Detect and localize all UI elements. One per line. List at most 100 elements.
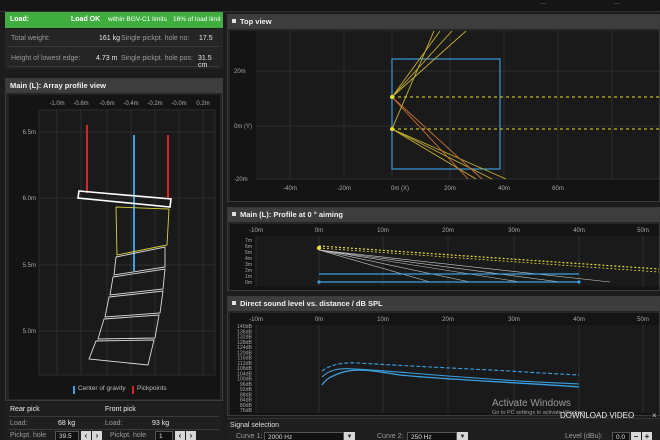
bullet-icon bbox=[232, 301, 236, 306]
curve2-dropdown-icon[interactable]: ▼ bbox=[457, 432, 468, 440]
spl-title-text: Direct sound level vs. distance / dB SPL bbox=[240, 299, 383, 308]
source-point bbox=[316, 245, 322, 251]
profile-aiming-panel: Main (L): Profile at 0 ° aiming -10m 0m … bbox=[227, 207, 660, 291]
top-ytick-2: -20m bbox=[234, 177, 248, 183]
topbar-right-2[interactable]: … bbox=[614, 0, 620, 6]
download-video-button[interactable]: DOWNLOAD VIDEO × bbox=[560, 411, 660, 422]
spl-yticks: 140dB136dB132dB128dB124dB120dB116dB112dB… bbox=[237, 324, 253, 414]
profile-xtick-4: 30m bbox=[508, 228, 520, 234]
pick-legend-swatch bbox=[132, 386, 134, 394]
curve1-label: Curve 1: bbox=[236, 433, 263, 440]
topbar-right-1[interactable]: … bbox=[540, 0, 546, 6]
array-xtick-6: 0.2m bbox=[196, 101, 209, 107]
single-pickpt-hole-value: 17.5 bbox=[199, 35, 213, 42]
load-percent: 16% of load limit bbox=[173, 16, 221, 23]
cog-legend-label: Center of gravity bbox=[78, 385, 126, 392]
front-hole-label: Pickpt. hole bbox=[110, 432, 147, 439]
spl-xtick-3: 20m bbox=[442, 317, 454, 323]
load-status-bar: Load: Load OK within BGV-C1 limits 16% o… bbox=[5, 12, 223, 28]
rear-hole-decrement-button[interactable]: ‹ bbox=[81, 431, 91, 440]
spl-svg: -10m 0m 10m 20m 30m 40m 50m 140dB136dB13… bbox=[237, 317, 659, 414]
front-load-value: 93 kg bbox=[152, 420, 170, 427]
array-xtick-0: -1.0m bbox=[49, 101, 64, 107]
close-icon[interactable]: × bbox=[652, 411, 657, 420]
source-point-upper bbox=[390, 95, 394, 99]
top-xtick-2: 0m (X) bbox=[391, 186, 409, 192]
load-info-row-1: Total weight: 161 kg Single pickpt. hole… bbox=[9, 29, 219, 47]
top-xtick-4: 40m bbox=[498, 186, 510, 192]
load-status: Load OK bbox=[71, 16, 101, 23]
profile-aiming-plot[interactable]: -10m 0m 10m 20m 30m 40m 50m 7m 6m 5m 4m … bbox=[230, 224, 660, 290]
array-xtick-4: -0.2m bbox=[147, 101, 162, 107]
front-hole-input[interactable]: 1 bbox=[155, 431, 173, 440]
level-increment-button[interactable]: + bbox=[642, 432, 652, 440]
array-xtick-5: -0.0m bbox=[171, 101, 186, 107]
lowest-edge-label: Height of lowest edge: bbox=[11, 55, 81, 62]
front-load-label: Load: bbox=[105, 420, 123, 427]
spl-plot[interactable]: -10m 0m 10m 20m 30m 40m 50m 140dB 136dB 13… bbox=[230, 313, 659, 415]
spl-xtick-0: -10m bbox=[249, 317, 263, 323]
top-view-svg: -40m -20m 0m (X) 20m 40m 60m 20m 0m (Y) … bbox=[234, 30, 659, 192]
load-detail: within BGV-C1 limits bbox=[108, 16, 167, 23]
array-ytick-1: 6.0m bbox=[23, 196, 36, 202]
rear-hole-increment-button[interactable]: › bbox=[92, 431, 102, 440]
bullet-icon bbox=[232, 19, 236, 24]
profile-xtick-5: 40m bbox=[573, 228, 585, 234]
array-profile-title: Main (L): Array profile view bbox=[6, 79, 222, 93]
curve2-select[interactable]: 250 Hz bbox=[407, 432, 457, 440]
array-ytick-2: 5.5m bbox=[23, 263, 36, 269]
top-view-plot[interactable]: -40m -20m 0m (X) 20m 40m 60m 20m 0m (Y) … bbox=[230, 30, 659, 201]
front-hole-decrement-button[interactable]: ‹ bbox=[175, 431, 185, 440]
load-label: Load: bbox=[10, 16, 30, 23]
array-profile-plot[interactable]: -1.0m -0.8m -0.6m -0.4m -0.2m -0.0m 0.2m… bbox=[9, 95, 220, 399]
spl-title: Direct sound level vs. distance / dB SPL bbox=[228, 297, 659, 311]
top-xtick-1: -20m bbox=[337, 186, 351, 192]
array-profile-svg: -1.0m -0.8m -0.6m -0.4m -0.2m -0.0m 0.2m… bbox=[23, 101, 216, 376]
front-pick-title: Front pick bbox=[105, 406, 136, 413]
curve1-select[interactable]: 2000 Hz bbox=[264, 432, 344, 440]
spl-xtick-2: 10m bbox=[377, 317, 389, 323]
rear-hole-input[interactable]: 39.5 bbox=[55, 431, 79, 440]
spl-panel: Direct sound level vs. distance / dB SPL… bbox=[227, 296, 660, 416]
front-hole-increment-button[interactable]: › bbox=[186, 431, 196, 440]
download-video-label: DOWNLOAD VIDEO bbox=[560, 411, 635, 420]
picks-divider-2 bbox=[9, 429, 219, 430]
curve2-label: Curve 2: bbox=[377, 433, 404, 440]
bullet-icon bbox=[232, 212, 236, 217]
profile-xtick-1: 0m bbox=[315, 228, 323, 234]
profile-ytick-7: 0m bbox=[245, 280, 252, 286]
spl-ytick-16: 76dB bbox=[240, 408, 253, 414]
level-label: Level (dBu): bbox=[565, 433, 603, 440]
profile-xtick-2: 10m bbox=[377, 228, 389, 234]
level-input[interactable]: 0.0 bbox=[612, 432, 630, 440]
top-view-title-text: Top view bbox=[240, 17, 272, 26]
array-profile-panel: Main (L): Array profile view -1.0m -0.8m… bbox=[5, 78, 223, 401]
level-decrement-button[interactable]: − bbox=[631, 432, 641, 440]
load-info: Total weight: 161 kg Single pickpt. hole… bbox=[5, 29, 223, 69]
picks-divider bbox=[9, 416, 219, 417]
array-xtick-3: -0.4m bbox=[123, 101, 138, 107]
total-weight-value: 161 kg bbox=[99, 35, 121, 42]
profile-xtick-0: -10m bbox=[249, 228, 263, 234]
top-view-panel: Top view -40m -20m 0m (X) 20m 40m 60m 20 bbox=[227, 14, 660, 202]
array-xtick-2: -0.6m bbox=[99, 101, 114, 107]
audience-start-point bbox=[317, 280, 321, 284]
rear-load-value: 68 kg bbox=[58, 420, 76, 427]
top-xtick-3: 20m bbox=[444, 186, 456, 192]
array-ytick-0: 6.5m bbox=[23, 130, 36, 136]
lowest-edge-value: 4.73 m bbox=[96, 55, 118, 62]
top-strip: … … bbox=[0, 0, 660, 12]
top-ytick-0: 20m bbox=[234, 69, 246, 75]
top-ytick-1: 0m (Y) bbox=[234, 124, 252, 130]
rear-pick-title: Rear pick bbox=[10, 406, 40, 413]
curve1-dropdown-icon[interactable]: ▼ bbox=[344, 432, 355, 440]
single-pickpt-hole-label: Single pickpt. hole no: bbox=[121, 35, 190, 42]
array-xtick-1: -0.8m bbox=[73, 101, 88, 107]
spl-xtick-1: 0m bbox=[315, 317, 323, 323]
spl-xtick-5: 40m bbox=[573, 317, 585, 323]
top-xtick-0: -40m bbox=[283, 186, 297, 192]
single-pickpt-pos-value: 31.5 cm bbox=[198, 55, 212, 69]
rear-hole-label: Pickpt. hole bbox=[10, 432, 47, 439]
total-weight-label: Total weight: bbox=[11, 35, 50, 42]
top-view-title: Top view bbox=[228, 15, 659, 29]
